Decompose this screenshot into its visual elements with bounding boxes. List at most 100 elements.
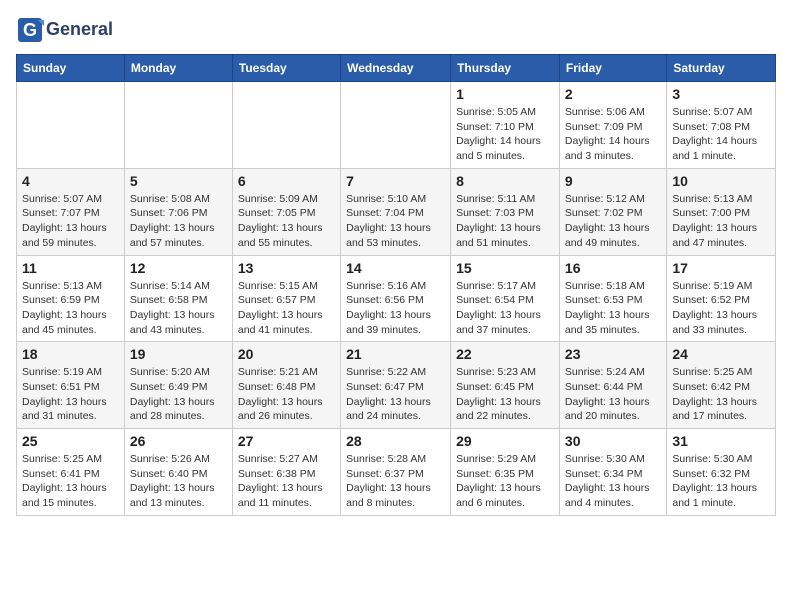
day-number: 18 [22,346,119,362]
day-number: 3 [672,86,770,102]
day-info: Sunrise: 5:15 AM Sunset: 6:57 PM Dayligh… [238,279,335,338]
calendar-cell: 28 Sunrise: 5:28 AM Sunset: 6:37 PM Dayli… [341,429,451,516]
calendar-table: SundayMondayTuesdayWednesdayThursdayFrid… [16,54,776,516]
day-number: 5 [130,173,227,189]
calendar-week-row: 1 Sunrise: 5:05 AM Sunset: 7:10 PM Daylig… [17,82,776,169]
day-number: 22 [456,346,554,362]
calendar-cell: 8 Sunrise: 5:11 AM Sunset: 7:03 PM Daylig… [451,168,560,255]
calendar-cell: 3Sunrise: 5:07 AM Sunset: 7:08 PM Daylig… [667,82,776,169]
calendar-cell: 29 Sunrise: 5:29 AM Sunset: 6:35 PM Dayli… [451,429,560,516]
logo-text: General [46,20,113,40]
weekday-header-tuesday: Tuesday [232,55,340,82]
day-number: 19 [130,346,227,362]
day-number: 31 [672,433,770,449]
day-info: Sunrise: 5:30 AM Sunset: 6:34 PM Dayligh… [565,452,661,511]
day-info: Sunrise: 5:05 AM Sunset: 7:10 PM Dayligh… [456,105,554,164]
calendar-cell [341,82,451,169]
calendar-cell: 17 Sunrise: 5:19 AM Sunset: 6:52 PM Dayli… [667,255,776,342]
day-number: 21 [346,346,445,362]
day-info: Sunrise: 5:14 AM Sunset: 6:58 PM Dayligh… [130,279,227,338]
day-number: 4 [22,173,119,189]
day-info: Sunrise: 5:16 AM Sunset: 6:56 PM Dayligh… [346,279,445,338]
day-info: Sunrise: 5:19 AM Sunset: 6:52 PM Dayligh… [672,279,770,338]
day-info: Sunrise: 5:29 AM Sunset: 6:35 PM Dayligh… [456,452,554,511]
calendar-cell: 22 Sunrise: 5:23 AM Sunset: 6:45 PM Dayli… [451,342,560,429]
day-number: 26 [130,433,227,449]
day-info: Sunrise: 5:09 AM Sunset: 7:05 PM Dayligh… [238,192,335,251]
logo-icon: G [16,16,44,44]
calendar-week-row: 11Sunrise: 5:13 AM Sunset: 6:59 PM Dayli… [17,255,776,342]
day-number: 8 [456,173,554,189]
calendar-cell: 2Sunrise: 5:06 AM Sunset: 7:09 PM Daylig… [559,82,666,169]
day-info: Sunrise: 5:19 AM Sunset: 6:51 PM Dayligh… [22,365,119,424]
calendar-cell: 1 Sunrise: 5:05 AM Sunset: 7:10 PM Daylig… [451,82,560,169]
calendar-cell: 13 Sunrise: 5:15 AM Sunset: 6:57 PM Dayli… [232,255,340,342]
calendar-cell: 15Sunrise: 5:17 AM Sunset: 6:54 PM Dayli… [451,255,560,342]
day-number: 29 [456,433,554,449]
calendar-cell [17,82,125,169]
calendar-cell: 20 Sunrise: 5:21 AM Sunset: 6:48 PM Dayli… [232,342,340,429]
day-number: 7 [346,173,445,189]
day-number: 10 [672,173,770,189]
day-number: 23 [565,346,661,362]
calendar-cell: 5 Sunrise: 5:08 AM Sunset: 7:06 PM Daylig… [124,168,232,255]
day-info: Sunrise: 5:12 AM Sunset: 7:02 PM Dayligh… [565,192,661,251]
day-info: Sunrise: 5:08 AM Sunset: 7:06 PM Dayligh… [130,192,227,251]
day-info: Sunrise: 5:24 AM Sunset: 6:44 PM Dayligh… [565,365,661,424]
day-info: Sunrise: 5:23 AM Sunset: 6:45 PM Dayligh… [456,365,554,424]
day-info: Sunrise: 5:21 AM Sunset: 6:48 PM Dayligh… [238,365,335,424]
calendar-cell: 24 Sunrise: 5:25 AM Sunset: 6:42 PM Dayli… [667,342,776,429]
day-info: Sunrise: 5:17 AM Sunset: 6:54 PM Dayligh… [456,279,554,338]
calendar-cell: 25Sunrise: 5:25 AM Sunset: 6:41 PM Dayli… [17,429,125,516]
day-info: Sunrise: 5:30 AM Sunset: 6:32 PM Dayligh… [672,452,770,511]
day-number: 13 [238,260,335,276]
calendar-cell: 16Sunrise: 5:18 AM Sunset: 6:53 PM Dayli… [559,255,666,342]
day-info: Sunrise: 5:18 AM Sunset: 6:53 PM Dayligh… [565,279,661,338]
day-info: Sunrise: 5:28 AM Sunset: 6:37 PM Dayligh… [346,452,445,511]
day-number: 30 [565,433,661,449]
calendar-week-row: 4Sunrise: 5:07 AM Sunset: 7:07 PM Daylig… [17,168,776,255]
calendar-cell: 26Sunrise: 5:26 AM Sunset: 6:40 PM Dayli… [124,429,232,516]
calendar-cell: 19Sunrise: 5:20 AM Sunset: 6:49 PM Dayli… [124,342,232,429]
day-number: 1 [456,86,554,102]
calendar-cell: 30 Sunrise: 5:30 AM Sunset: 6:34 PM Dayli… [559,429,666,516]
day-number: 17 [672,260,770,276]
calendar-cell: 18 Sunrise: 5:19 AM Sunset: 6:51 PM Dayli… [17,342,125,429]
calendar-cell: 6 Sunrise: 5:09 AM Sunset: 7:05 PM Daylig… [232,168,340,255]
calendar-cell: 21 Sunrise: 5:22 AM Sunset: 6:47 PM Dayli… [341,342,451,429]
day-number: 24 [672,346,770,362]
calendar-cell: 7Sunrise: 5:10 AM Sunset: 7:04 PM Daylig… [341,168,451,255]
weekday-header-saturday: Saturday [667,55,776,82]
calendar-cell [124,82,232,169]
day-number: 14 [346,260,445,276]
calendar-week-row: 25Sunrise: 5:25 AM Sunset: 6:41 PM Dayli… [17,429,776,516]
calendar-cell: 23 Sunrise: 5:24 AM Sunset: 6:44 PM Dayli… [559,342,666,429]
page-header: G General [16,16,776,44]
weekday-header-friday: Friday [559,55,666,82]
svg-text:G: G [23,20,37,40]
calendar-cell: 12Sunrise: 5:14 AM Sunset: 6:58 PM Dayli… [124,255,232,342]
logo: G General [16,16,113,44]
day-number: 9 [565,173,661,189]
day-info: Sunrise: 5:06 AM Sunset: 7:09 PM Dayligh… [565,105,661,164]
day-info: Sunrise: 5:13 AM Sunset: 6:59 PM Dayligh… [22,279,119,338]
calendar-cell [232,82,340,169]
calendar-cell: 9 Sunrise: 5:12 AM Sunset: 7:02 PM Daylig… [559,168,666,255]
weekday-header-wednesday: Wednesday [341,55,451,82]
weekday-header-sunday: Sunday [17,55,125,82]
weekday-header-monday: Monday [124,55,232,82]
day-number: 6 [238,173,335,189]
day-number: 25 [22,433,119,449]
calendar-cell: 10Sunrise: 5:13 AM Sunset: 7:00 PM Dayli… [667,168,776,255]
day-info: Sunrise: 5:11 AM Sunset: 7:03 PM Dayligh… [456,192,554,251]
day-info: Sunrise: 5:22 AM Sunset: 6:47 PM Dayligh… [346,365,445,424]
weekday-header-thursday: Thursday [451,55,560,82]
calendar-week-row: 18 Sunrise: 5:19 AM Sunset: 6:51 PM Dayli… [17,342,776,429]
weekday-header-row: SundayMondayTuesdayWednesdayThursdayFrid… [17,55,776,82]
day-number: 27 [238,433,335,449]
day-info: Sunrise: 5:25 AM Sunset: 6:42 PM Dayligh… [672,365,770,424]
day-number: 28 [346,433,445,449]
calendar-cell: 11Sunrise: 5:13 AM Sunset: 6:59 PM Dayli… [17,255,125,342]
calendar-cell: 14 Sunrise: 5:16 AM Sunset: 6:56 PM Dayli… [341,255,451,342]
day-number: 20 [238,346,335,362]
